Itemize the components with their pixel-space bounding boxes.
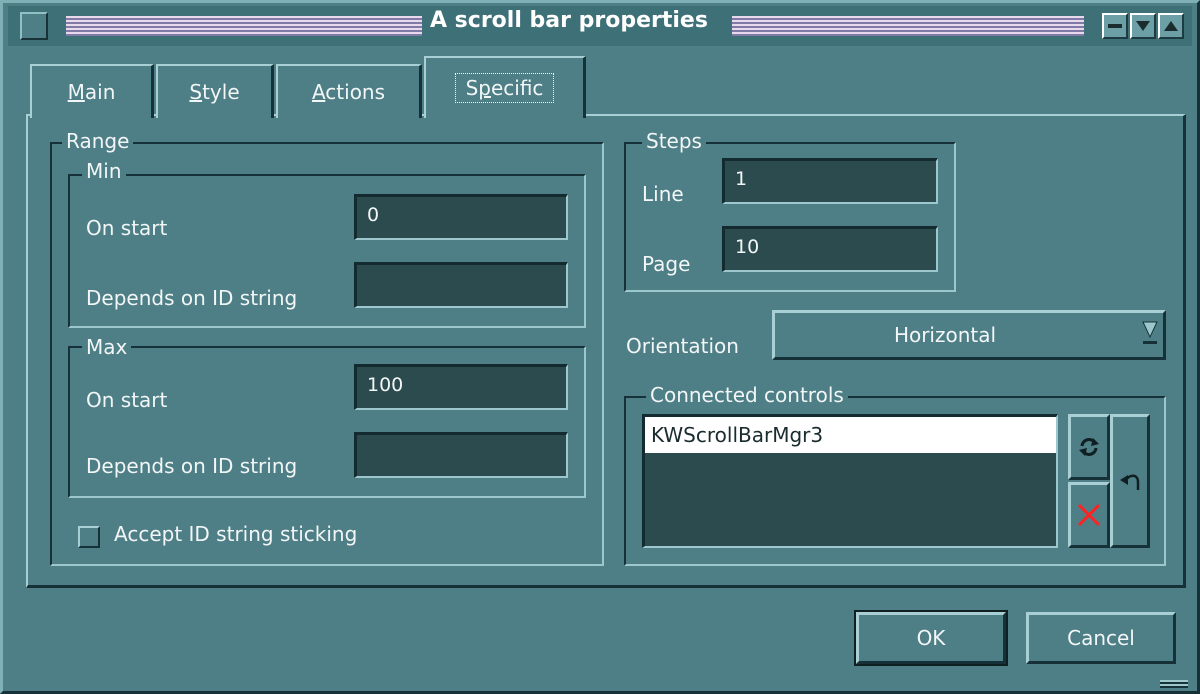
apply-connection-button[interactable] <box>1110 414 1150 548</box>
title-stripes-right <box>732 16 1084 36</box>
refresh-controls-button[interactable] <box>1068 414 1110 480</box>
list-item[interactable]: KWScrollBarMgr3 <box>645 417 1056 453</box>
orientation-label: Orientation <box>626 334 739 358</box>
accept-sticking-checkbox[interactable] <box>78 526 100 548</box>
window-menu-button[interactable] <box>20 12 48 40</box>
line-step-label: Line <box>642 182 684 206</box>
return-arrow-icon <box>1120 474 1140 490</box>
refresh-icon <box>1079 438 1099 456</box>
cancel-button-label: Cancel <box>1067 626 1135 650</box>
max-legend: Max <box>82 336 132 358</box>
chevron-down-icon <box>1142 321 1158 344</box>
max-depends-label: Depends on ID string <box>86 454 298 478</box>
tab-main-label: Main <box>67 80 116 104</box>
delete-x-icon <box>1077 503 1101 527</box>
shade-up-button[interactable] <box>1158 13 1184 39</box>
triangle-up-icon <box>1164 21 1178 31</box>
page-step-label: Page <box>642 252 691 276</box>
page-step-input[interactable]: 10 <box>722 226 938 272</box>
window-title: A scroll bar properties <box>430 8 708 33</box>
delete-control-button[interactable] <box>1068 482 1110 548</box>
shade-down-button[interactable] <box>1130 13 1156 39</box>
max-on-start-input[interactable]: 100 <box>354 364 568 410</box>
triangle-down-icon <box>1136 21 1150 31</box>
orientation-select[interactable]: Horizontal <box>772 310 1166 360</box>
tab-specific[interactable]: Specific <box>424 56 586 118</box>
min-depends-input[interactable] <box>354 262 568 308</box>
tab-specific-label: Specific <box>454 73 555 103</box>
tab-actions[interactable]: Actions <box>276 64 422 118</box>
min-legend: Min <box>82 160 126 182</box>
steps-legend: Steps <box>642 130 706 152</box>
tab-style[interactable]: Style <box>156 64 274 118</box>
tab-style-label: Style <box>189 80 240 104</box>
tab-actions-label: Actions <box>311 80 386 104</box>
minimize-button[interactable] <box>1102 13 1128 39</box>
max-depends-input[interactable] <box>354 432 568 478</box>
tab-main[interactable]: Main <box>30 64 154 118</box>
minimize-icon <box>1108 24 1122 28</box>
range-legend: Range <box>62 130 134 152</box>
min-depends-label: Depends on ID string <box>86 286 298 310</box>
accept-sticking-label[interactable]: Accept ID string sticking <box>114 522 357 546</box>
connected-legend: Connected controls <box>646 384 848 406</box>
title-stripes-left <box>66 16 422 36</box>
ok-button[interactable]: OK <box>854 610 1008 666</box>
min-on-start-input[interactable]: 0 <box>354 194 568 240</box>
min-on-start-label: On start <box>86 216 168 240</box>
max-on-start-label: On start <box>86 388 168 412</box>
orientation-value: Horizontal <box>893 323 997 347</box>
cancel-button[interactable]: Cancel <box>1026 612 1176 664</box>
ok-button-label: OK <box>916 626 946 650</box>
line-step-input[interactable]: 1 <box>722 158 938 204</box>
connected-controls-list[interactable]: KWScrollBarMgr3 <box>642 414 1058 548</box>
resize-grip[interactable] <box>1160 680 1188 688</box>
